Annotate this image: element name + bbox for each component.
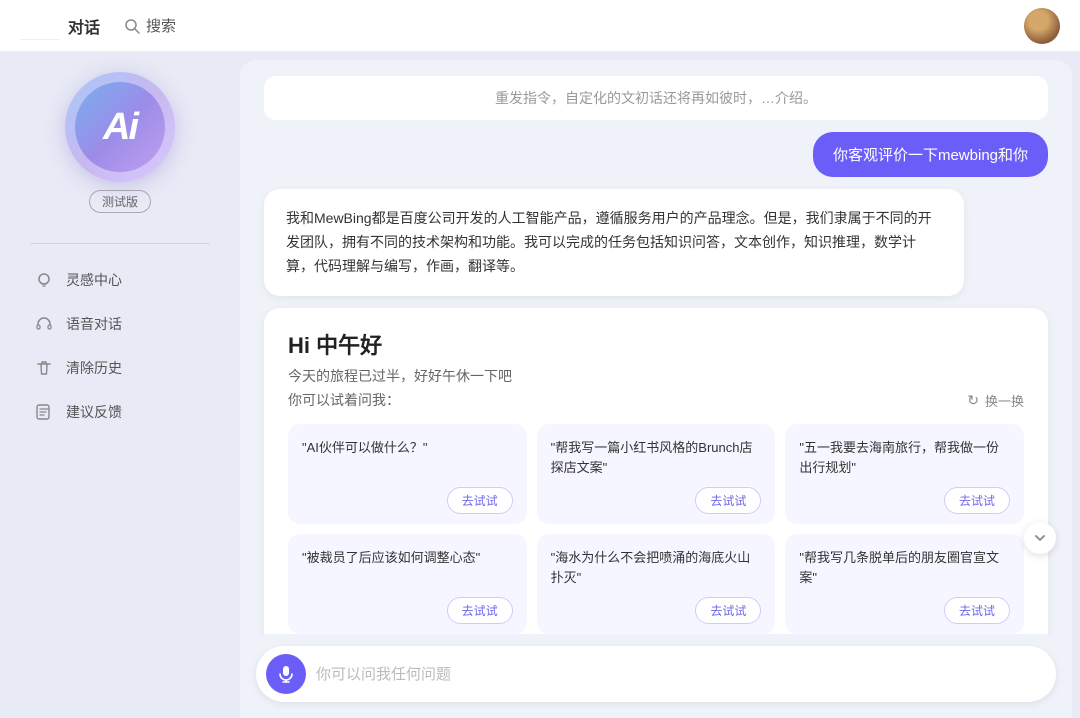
input-area (240, 634, 1072, 718)
chat-area: 重发指令，自定化的文初话还将再如彼时，…介绍。 你客观评价一下mewbing和你… (240, 60, 1072, 718)
main-layout: Ai 测试版 灵感中心 (0, 52, 1080, 718)
suggestion-card-3[interactable]: "被裁员了后应该如何调整心态" 去试试 (288, 534, 527, 634)
ai-logo-icon: Ai (20, 12, 60, 40)
sidebar-item-inspiration[interactable]: 灵感中心 (20, 260, 220, 300)
ai-bubble: 我和MewBing都是百度公司开发的人工智能产品，遵循服务用户的产品理念。但是，… (264, 189, 964, 296)
sidebar-label-inspiration: 灵感中心 (66, 270, 122, 290)
greeting-prompt: 你可以试着问我： (288, 390, 400, 410)
sidebar-label-clear: 清除历史 (66, 358, 122, 378)
greeting-header-row: 你可以试着问我： ↻ 换一换 (288, 390, 1024, 410)
input-container (256, 646, 1056, 702)
greeting-title: Hi 中午好 (288, 328, 1024, 360)
ai-logo-container: Ai 测试版 (65, 72, 175, 213)
refresh-label: 换一换 (985, 391, 1024, 410)
mic-button[interactable] (266, 654, 306, 694)
refresh-button[interactable]: ↻ 换一换 (967, 391, 1024, 410)
sidebar: Ai 测试版 灵感中心 (0, 52, 240, 718)
trash-icon (34, 358, 54, 378)
truncated-message: 重发指令，自定化的文初话还将再如彼时，…介绍。 (264, 76, 1048, 120)
sidebar-item-clear[interactable]: 清除历史 (20, 348, 220, 388)
user-bubble: 你客观评价一下mewbing和你 (813, 132, 1048, 177)
edit-icon (34, 402, 54, 422)
ai-message-container: 我和MewBing都是百度公司开发的人工智能产品，遵循服务用户的产品理念。但是，… (264, 189, 1048, 296)
nav-title: 对话 (68, 14, 100, 38)
headphone-icon (34, 314, 54, 334)
bulb-icon (34, 270, 54, 290)
suggestion-text-2: "五一我要去海南旅行，帮我做一份出行规划" (799, 438, 1010, 477)
suggestion-card-0[interactable]: "AI伙伴可以做什么？" 去试试 (288, 424, 527, 524)
sidebar-item-feedback[interactable]: 建议反馈 (20, 392, 220, 432)
try-button-5[interactable]: 去试试 (944, 597, 1010, 624)
try-button-1[interactable]: 去试试 (695, 487, 761, 514)
user-message-container: 你客观评价一下mewbing和你 (264, 132, 1048, 177)
suggestion-text-5: "帮我写几条脱单后的朋友圈官宣文案" (799, 548, 1010, 587)
suggestion-text-0: "AI伙伴可以做什么？" (302, 438, 513, 477)
ai-logo-circle: Ai (65, 72, 175, 182)
suggestion-grid: "AI伙伴可以做什么？" 去试试 "帮我写一篇小红书风格的Brunch店探店文案… (288, 424, 1024, 634)
suggestion-card-4[interactable]: "海水为什么不会把喷涌的海底火山扑灭" 去试试 (537, 534, 776, 634)
sidebar-divider (30, 243, 210, 244)
try-button-4[interactable]: 去试试 (695, 597, 761, 624)
avatar-image (1024, 8, 1060, 44)
user-avatar[interactable] (1024, 8, 1060, 44)
sidebar-label-feedback: 建议反馈 (66, 402, 122, 422)
chat-messages: 重发指令，自定化的文初话还将再如彼时，…介绍。 你客观评价一下mewbing和你… (240, 60, 1072, 634)
nav-logo[interactable]: Ai 对话 (20, 12, 100, 40)
chevron-down-icon (1032, 530, 1048, 546)
suggestion-card-2[interactable]: "五一我要去海南旅行，帮我做一份出行规划" 去试试 (785, 424, 1024, 524)
greeting-card: Hi 中午好 今天的旅程已过半，好好午休一下吧 你可以试着问我： ↻ 换一换 "… (264, 308, 1048, 634)
suggestion-card-5[interactable]: "帮我写几条脱单后的朋友圈官宣文案" 去试试 (785, 534, 1024, 634)
nav-search[interactable]: 搜索 (124, 15, 176, 36)
sidebar-item-voice[interactable]: 语音对话 (20, 304, 220, 344)
try-button-2[interactable]: 去试试 (944, 487, 1010, 514)
sidebar-label-voice: 语音对话 (66, 314, 122, 334)
svg-text:Ai: Ai (47, 20, 60, 34)
ai-logo-inner: Ai (75, 82, 165, 172)
suggestion-card-1[interactable]: "帮我写一篇小红书风格的Brunch店探店文案" 去试试 (537, 424, 776, 524)
search-icon (124, 18, 140, 34)
greeting-subtitle: 今天的旅程已过半，好好午休一下吧 (288, 366, 1024, 386)
nav-search-label: 搜索 (146, 15, 176, 36)
top-nav: Ai 对话 搜索 (0, 0, 1080, 52)
mic-icon (277, 665, 295, 683)
chat-content-wrapper: 重发指令，自定化的文初话还将再如彼时，…介绍。 你客观评价一下mewbing和你… (240, 60, 1072, 634)
test-badge: 测试版 (89, 190, 151, 213)
refresh-icon: ↻ (967, 392, 979, 409)
try-button-0[interactable]: 去试试 (447, 487, 513, 514)
scroll-down-button[interactable] (1024, 522, 1056, 554)
chat-input[interactable] (316, 666, 1040, 683)
suggestion-text-4: "海水为什么不会把喷涌的海底火山扑灭" (551, 548, 762, 587)
suggestion-text-1: "帮我写一篇小红书风格的Brunch店探店文案" (551, 438, 762, 477)
try-button-3[interactable]: 去试试 (447, 597, 513, 624)
sidebar-menu: 灵感中心 语音对话 (0, 260, 240, 432)
ai-logo-text: Ai (103, 106, 137, 149)
suggestion-text-3: "被裁员了后应该如何调整心态" (302, 548, 513, 587)
